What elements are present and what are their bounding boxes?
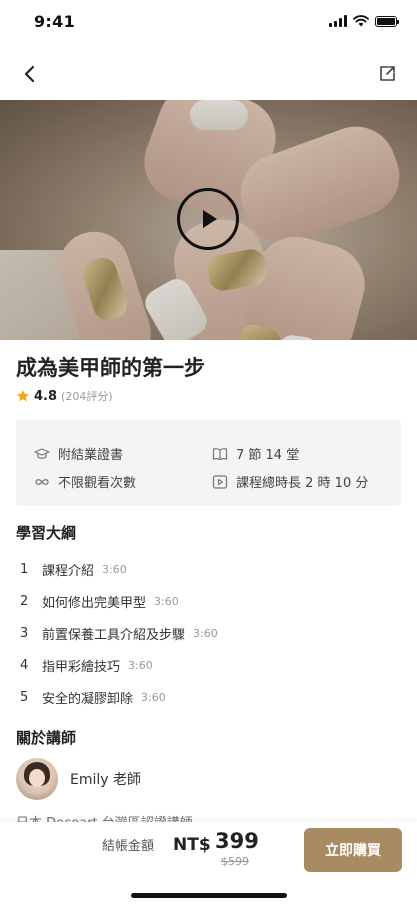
play-icon	[203, 210, 217, 228]
outline-item[interactable]: 4 指甲彩繪技巧 3:60	[20, 649, 218, 681]
video-play-icon	[212, 474, 228, 489]
info-sections-label: 7 節 14 堂	[236, 448, 300, 463]
rating-value: 4.8	[34, 388, 58, 404]
course-title: 成為美甲師的第一步	[16, 356, 205, 380]
outline-number: 5	[20, 689, 29, 705]
price-value: 399	[215, 829, 259, 853]
checkout-label: 結帳金額	[102, 839, 155, 854]
status-icons	[329, 15, 399, 27]
outline-label: 指甲彩繪技巧	[42, 659, 121, 675]
outline-title: 學習大綱	[16, 524, 77, 542]
outline-number: 1	[20, 561, 29, 577]
info-duration: 課程總時長 2 時 10 分	[212, 472, 368, 491]
outline-list: 1 課程介紹 3:60 2 如何修出完美甲型 3:60 3 前置保養工具介紹及步…	[20, 553, 218, 713]
nav-bar	[0, 52, 417, 96]
rating-count: (204評分)	[61, 390, 113, 403]
outline-number: 4	[20, 657, 29, 673]
status-bar: 9:41	[0, 0, 417, 48]
status-time: 9:41	[34, 12, 75, 31]
share-icon	[380, 66, 395, 81]
outline-item[interactable]: 3 前置保養工具介紹及步驟 3:60	[20, 617, 218, 649]
battery-icon	[375, 15, 399, 27]
outline-duration: 3:60	[193, 626, 218, 640]
original-price: $599	[221, 855, 249, 868]
home-indicator	[131, 893, 287, 898]
info-unlimited: 不限觀看次數	[34, 472, 136, 491]
teacher-section-title: 關於講師	[16, 729, 77, 747]
teacher-row[interactable]: Emily 老師	[16, 758, 141, 800]
outline-duration: 3:60	[154, 594, 179, 608]
info-duration-label: 課程總時長 2 時 10 分	[236, 476, 369, 491]
outline-number: 2	[20, 593, 29, 609]
outline-duration: 3:60	[102, 562, 127, 576]
outline-label: 安全的凝膠卸除	[42, 691, 134, 707]
buy-now-button[interactable]: 立即購買	[304, 828, 402, 872]
info-certificate: 附結業證書	[34, 444, 123, 463]
play-button[interactable]	[177, 188, 239, 250]
graduation-cap-icon	[34, 447, 50, 459]
book-icon	[212, 447, 228, 460]
outline-duration: 3:60	[141, 690, 166, 704]
infinity-icon	[35, 478, 49, 485]
outline-item[interactable]: 2 如何修出完美甲型 3:60	[20, 585, 218, 617]
outline-item[interactable]: 1 課程介紹 3:60	[20, 553, 218, 585]
star-icon	[16, 390, 30, 402]
outline-number: 3	[20, 625, 29, 641]
checkout-bar: 結帳金額 NT$ 399 $599 立即購買	[0, 822, 417, 906]
chevron-left-icon	[24, 65, 35, 83]
outline-label: 課程介紹	[42, 563, 95, 579]
share-button[interactable]	[373, 60, 401, 88]
info-unlimited-label: 不限觀看次數	[58, 476, 137, 491]
outline-label: 前置保養工具介紹及步驟	[42, 627, 186, 643]
teacher-name: Emily 老師	[70, 772, 141, 788]
outline-duration: 3:60	[128, 658, 153, 672]
rating-row: 4.8 (204評分)	[16, 388, 113, 404]
course-info-panel: 附結業證書 7 節 14 堂 不限觀看次數 課程總時長 2 時 10 分	[16, 420, 401, 506]
outline-label: 如何修出完美甲型	[42, 595, 147, 611]
signal-icon	[329, 15, 347, 27]
avatar	[16, 758, 58, 800]
info-sections: 7 節 14 堂	[212, 444, 299, 463]
price-currency: NT$	[173, 835, 211, 855]
info-certificate-label: 附結業證書	[58, 448, 124, 463]
back-button[interactable]	[16, 60, 44, 88]
wifi-icon	[353, 15, 369, 27]
outline-item[interactable]: 5 安全的凝膠卸除 3:60	[20, 681, 218, 713]
